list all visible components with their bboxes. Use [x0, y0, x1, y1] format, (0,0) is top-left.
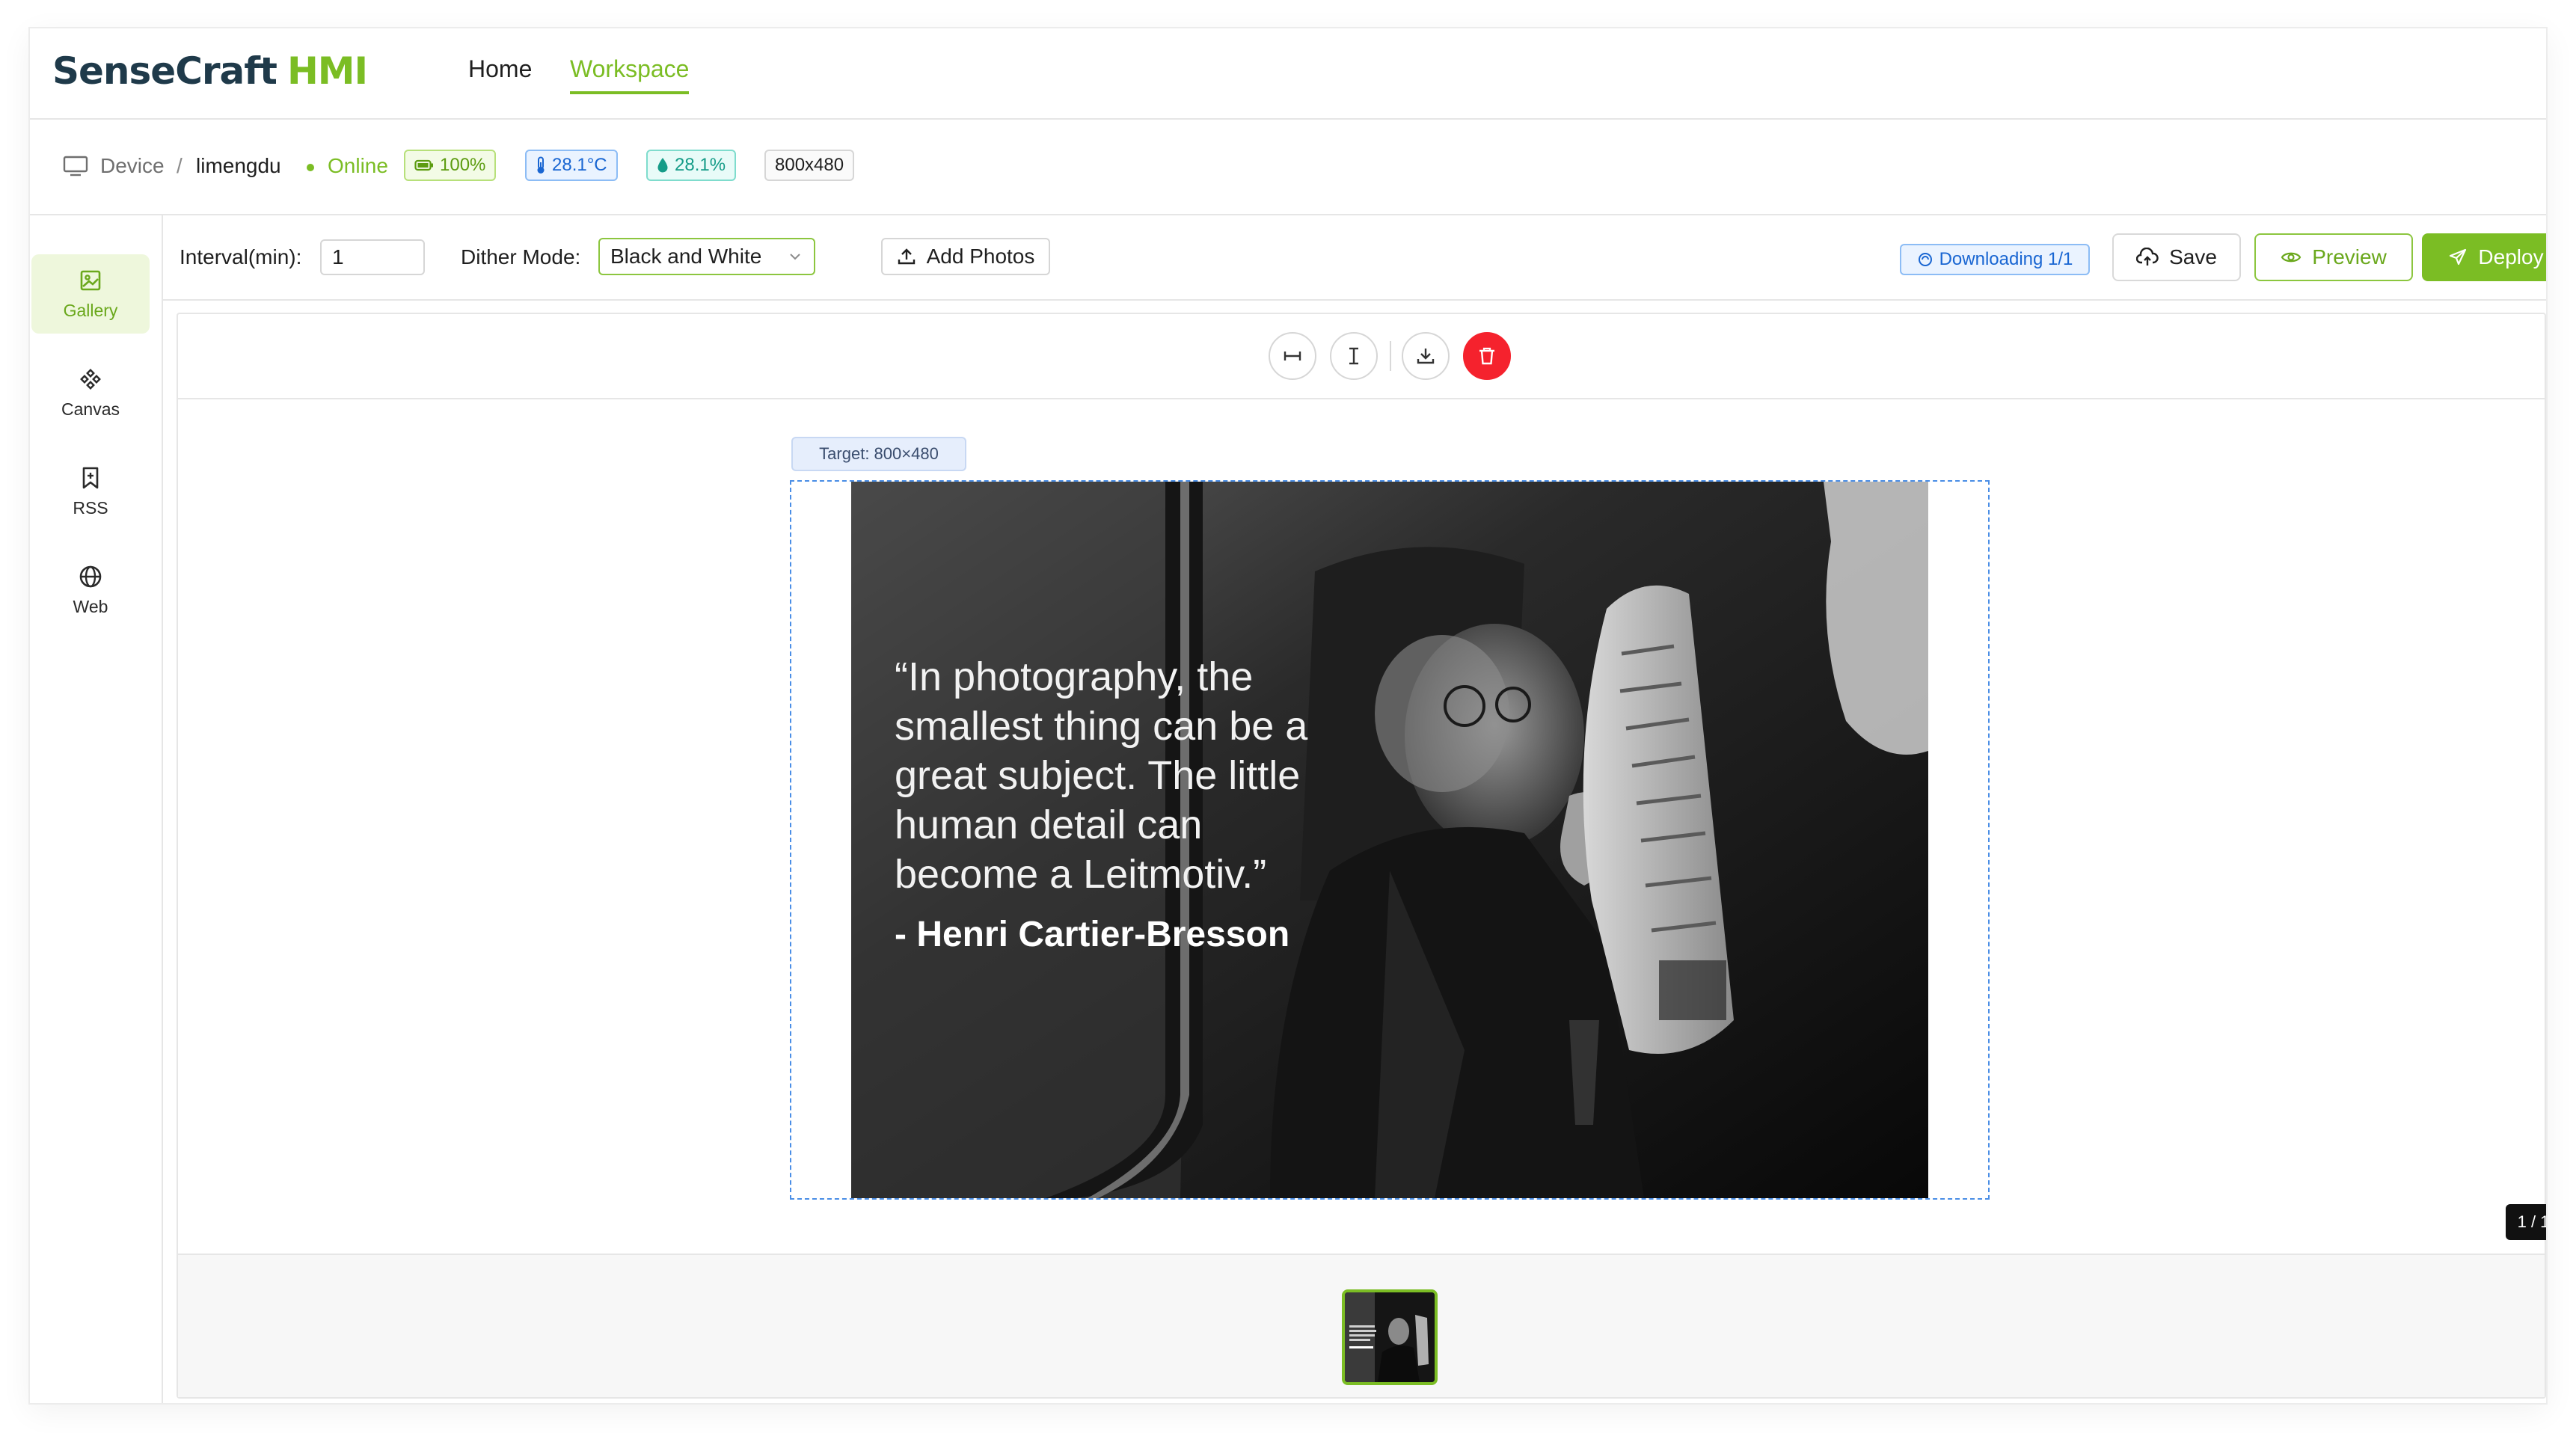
fit-width-icon: [1284, 352, 1301, 360]
humidity-badge: 28.1%: [646, 150, 737, 181]
add-photos-label: Add Photos: [926, 245, 1035, 268]
deploy-label: Deploy: [2478, 245, 2544, 269]
download-status-label: Downloading 1/1: [1939, 249, 2073, 269]
image-icon: [80, 270, 101, 291]
humidity-value: 28.1%: [675, 155, 726, 175]
fit-width-button[interactable]: [1269, 332, 1316, 380]
dither-mode-label: Dither Mode:: [461, 245, 581, 269]
logo-text-secondary: HMI: [286, 49, 368, 93]
preview-button[interactable]: Preview: [2254, 233, 2413, 281]
quote-line: human detail can: [895, 803, 1203, 847]
sidebar-item-web[interactable]: Web: [31, 550, 150, 630]
deploy-button[interactable]: Deploy: [2422, 233, 2546, 281]
sidebar-item-label: Gallery: [63, 301, 118, 320]
quote-text: “In photography, the smallest thing can …: [895, 652, 1418, 899]
device-bar: Device / limengdu Online 100% 28.1°C 28.…: [30, 120, 2546, 215]
photo-thumbnail[interactable]: [1342, 1289, 1438, 1385]
target-size-tag: Target: 800×480: [791, 437, 966, 471]
device-name: limengdu: [196, 154, 281, 177]
status-dot-icon: [307, 163, 314, 171]
download-button[interactable]: [1402, 332, 1450, 380]
bookmark-plus-icon: [82, 467, 99, 489]
thumbnail-graphic: [1345, 1292, 1435, 1382]
quote-line: great subject. The little: [895, 753, 1301, 798]
left-sidebar: Gallery Canvas RSS Web: [30, 215, 163, 1403]
breadcrumb-device[interactable]: Device: [100, 150, 165, 182]
interval-label: Interval(min):: [180, 245, 302, 269]
quote-author: - Henri Cartier-Bresson: [895, 915, 1290, 954]
nav-home[interactable]: Home: [468, 51, 532, 87]
battery-value: 100%: [440, 155, 486, 175]
save-button[interactable]: Save: [2112, 233, 2241, 281]
eye-icon: [2281, 252, 2301, 263]
download-status-badge: Downloading 1/1: [1900, 244, 2090, 275]
delete-button[interactable]: [1463, 332, 1511, 380]
battery-icon: [414, 159, 433, 171]
sidebar-item-label: Web: [73, 597, 108, 616]
save-label: Save: [2169, 245, 2217, 269]
sidebar-item-gallery[interactable]: Gallery: [31, 254, 150, 334]
quote-line: smallest thing can be a: [895, 704, 1308, 749]
sidebar-item-label: RSS: [73, 498, 108, 518]
download-icon: [1417, 349, 1435, 364]
logo-text-primary: SenseCraft: [52, 49, 277, 93]
status-label: Online: [328, 154, 388, 177]
sync-icon: [1918, 253, 1932, 266]
toolbar-divider: [1390, 341, 1391, 371]
device-status: Online: [307, 150, 388, 182]
chevron-down-icon: [790, 254, 800, 260]
page: SenseCraft HMI Home Workspace Device / li…: [0, 0, 2576, 1433]
app-logo[interactable]: SenseCraft HMI: [52, 45, 368, 97]
temperature-badge: 28.1°C: [525, 150, 618, 181]
dither-mode-select[interactable]: Black and White: [598, 238, 815, 275]
send-icon: [2450, 248, 2467, 266]
temperature-value: 28.1°C: [552, 155, 607, 175]
canvas-icon: [80, 369, 101, 390]
droplet-icon: [657, 158, 668, 173]
quote-line: become a Leitmotiv.”: [895, 852, 1267, 897]
add-photos-button[interactable]: Add Photos: [881, 238, 1050, 275]
sidebar-item-label: Canvas: [61, 399, 120, 419]
fit-height-button[interactable]: [1330, 332, 1378, 380]
upload-icon: [898, 248, 915, 265]
sidebar-item-canvas[interactable]: Canvas: [31, 353, 150, 432]
battery-badge: 100%: [404, 150, 497, 181]
trash-icon: [1479, 347, 1494, 365]
quote-line: “In photography, the: [895, 654, 1254, 699]
interval-input[interactable]: [320, 239, 425, 275]
nav-workspace[interactable]: Workspace: [570, 51, 690, 94]
monitor-icon: [63, 156, 88, 177]
dither-mode-value: Black and White: [610, 245, 762, 268]
thumbnail-strip: [178, 1254, 2545, 1397]
image-tools: [178, 314, 2545, 399]
photo-preview[interactable]: “In photography, the smallest thing can …: [851, 482, 1928, 1198]
gallery-toolbar: Interval(min): Dither Mode: Black and Wh…: [163, 215, 2546, 301]
cloud-upload-icon: [2136, 248, 2159, 266]
page-indicator: 1 / 1: [2506, 1204, 2546, 1240]
fit-height-icon: [1349, 347, 1358, 365]
top-nav: SenseCraft HMI Home Workspace: [30, 28, 2546, 120]
sidebar-item-rss[interactable]: RSS: [31, 452, 150, 531]
resolution-badge: 800x480: [764, 150, 855, 181]
breadcrumb-separator: /: [177, 154, 183, 177]
app-window: SenseCraft HMI Home Workspace Device / li…: [30, 28, 2546, 1403]
preview-label: Preview: [2312, 245, 2387, 269]
editor-panel: Target: 800×480 “In photography, the sma…: [177, 313, 2546, 1399]
thermometer-icon: [537, 156, 545, 174]
globe-icon: [79, 565, 102, 588]
